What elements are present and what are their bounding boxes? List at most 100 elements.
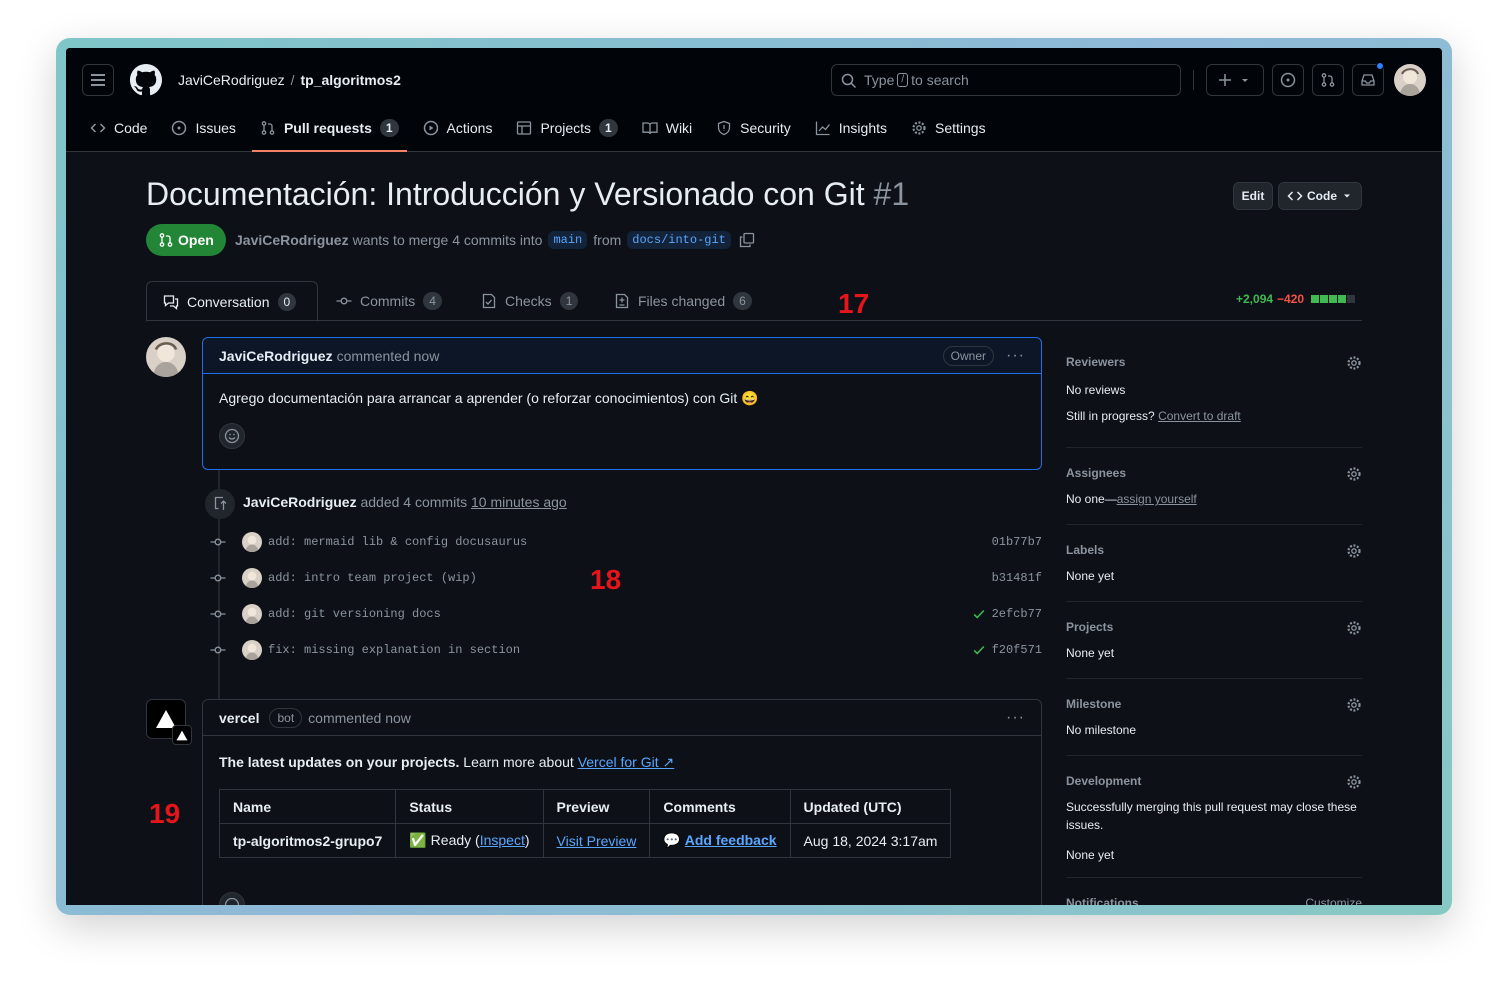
checks-count: 1 — [559, 292, 579, 310]
comment-time: commented now — [336, 347, 440, 364]
timeline-badge — [205, 489, 235, 519]
pr-author-link[interactable]: JaviCeRodriguez — [235, 232, 349, 248]
commit-author-avatar[interactable] — [242, 568, 262, 588]
inspect-link[interactable]: Inspect — [480, 832, 525, 848]
pull-requests-count: 1 — [379, 119, 399, 137]
tab-code[interactable]: Code — [82, 112, 155, 144]
add-reaction-button[interactable] — [219, 892, 245, 905]
kebab-menu-icon[interactable]: ··· — [1006, 709, 1025, 727]
tab-actions[interactable]: Actions — [415, 112, 501, 144]
tab-actions-label: Actions — [446, 120, 493, 136]
issues-button[interactable] — [1272, 64, 1304, 96]
tab-conversation[interactable]: Conversation 0 — [146, 281, 318, 322]
code-button[interactable]: Code — [1278, 182, 1362, 210]
commit-message[interactable]: fix: missing explanation in section — [268, 643, 520, 657]
owner-badge: Owner — [942, 345, 995, 366]
commits-event-time[interactable]: 10 minutes ago — [471, 494, 567, 510]
pull-requests-button[interactable] — [1312, 64, 1344, 96]
commit-sha[interactable]: 2efcb77 — [992, 607, 1042, 621]
owner-link[interactable]: JaviCeRodriguez — [178, 72, 285, 88]
tab-wiki-label: Wiki — [665, 120, 693, 136]
graph-icon — [815, 121, 830, 136]
gear-icon[interactable] — [1346, 543, 1362, 559]
tab-code-label: Code — [114, 120, 148, 136]
tab-files-changed[interactable]: Files changed 6 — [614, 281, 752, 321]
labels-title: Labels — [1066, 543, 1105, 557]
labels-value: None yet — [1066, 569, 1115, 583]
commit-sha[interactable]: b31481f — [992, 571, 1042, 585]
code-icon — [1287, 191, 1303, 201]
tab-issues[interactable]: Issues — [163, 112, 243, 144]
pr-tabs: Conversation 0 Commits 4 Checks 1 Files … — [146, 281, 1362, 322]
search-placeholder-end: to search — [911, 72, 969, 88]
comment-body: Agrego documentación para arrancar a apr… — [203, 374, 1041, 465]
convert-to-draft-link[interactable]: Convert to draft — [1158, 409, 1241, 423]
commit-sha[interactable]: f20f571 — [992, 643, 1042, 657]
commits-event-author[interactable]: JaviCeRodriguez — [243, 494, 357, 510]
tab-wiki[interactable]: Wiki — [634, 112, 700, 144]
tab-security-label: Security — [740, 120, 791, 136]
create-new-button[interactable] — [1206, 64, 1264, 96]
menu-button[interactable] — [82, 64, 114, 96]
copy-icon[interactable] — [739, 232, 755, 248]
plus-icon — [1219, 74, 1231, 86]
tab-commits[interactable]: Commits 4 — [336, 281, 442, 321]
github-logo-icon[interactable] — [130, 64, 162, 96]
comment-author[interactable]: JaviCeRodriguez — [219, 348, 333, 364]
commit-author-avatar[interactable] — [242, 640, 262, 660]
comment-header: vercel bot commented now ··· — [203, 700, 1041, 736]
tab-settings[interactable]: Settings — [903, 112, 994, 144]
issue-icon — [172, 120, 187, 136]
projects-title: Projects — [1066, 620, 1114, 634]
commit-sha-group: b31481f — [992, 571, 1042, 585]
add-reaction-button[interactable] — [219, 423, 245, 449]
gear-icon[interactable] — [1346, 697, 1362, 713]
comment-text: Agrego documentación para arrancar a apr… — [219, 390, 759, 406]
user-avatar[interactable] — [1394, 64, 1426, 96]
kebab-menu-icon[interactable]: ··· — [1006, 347, 1025, 365]
add-feedback-link[interactable]: Add feedback — [685, 832, 777, 848]
annotation-19: 19 — [149, 798, 181, 829]
deletions-count: −420 — [1277, 292, 1305, 306]
visit-preview-link[interactable]: Visit Preview — [557, 833, 637, 849]
edit-button[interactable]: Edit — [1233, 182, 1273, 210]
commit-message[interactable]: add: intro team project (wip) — [268, 571, 477, 585]
repo-link[interactable]: tp_algoritmos2 — [301, 72, 401, 88]
commit-message[interactable]: add: mermaid lib & config docusaurus — [268, 535, 527, 549]
gear-icon[interactable] — [1346, 355, 1362, 371]
gear-icon[interactable] — [1346, 466, 1362, 482]
commit-author-avatar[interactable] — [242, 604, 262, 624]
check-icon[interactable] — [972, 643, 986, 657]
check-mark-icon: ✅ — [409, 832, 427, 848]
triangle-down-icon — [1242, 79, 1248, 82]
col-updated: Updated (UTC) — [789, 789, 952, 824]
code-icon — [90, 123, 106, 133]
avatar[interactable] — [146, 337, 186, 377]
tab-projects[interactable]: Projects 1 — [508, 112, 625, 144]
smiley-icon — [224, 897, 240, 905]
tab-pull-requests[interactable]: Pull requests 1 — [251, 112, 407, 152]
head-branch[interactable]: docs/into-git — [627, 231, 731, 249]
gear-icon[interactable] — [1346, 774, 1362, 790]
development-title: Development — [1066, 774, 1142, 788]
vercel-for-git-link[interactable]: Vercel for Git ↗ — [578, 754, 675, 770]
tab-security[interactable]: Security — [708, 112, 799, 144]
base-branch[interactable]: main — [548, 231, 588, 249]
git-commit-icon — [336, 297, 352, 305]
sidebar-reviewers: Reviewers No reviews Still in progress? … — [1066, 355, 1362, 448]
check-icon[interactable] — [972, 607, 986, 621]
assign-yourself-link[interactable]: assign yourself — [1117, 492, 1197, 506]
search-input[interactable]: Type / to search — [831, 64, 1181, 96]
commit-sha[interactable]: 01b77b7 — [992, 535, 1042, 549]
projects-value: None yet — [1066, 646, 1115, 660]
tab-checks[interactable]: Checks 1 — [481, 281, 579, 321]
gear-icon[interactable] — [1346, 620, 1362, 636]
comment-author[interactable]: vercel — [219, 710, 259, 726]
breadcrumb-separator: / — [290, 72, 295, 88]
commit-message[interactable]: add: git versioning docs — [268, 607, 441, 621]
tab-insights[interactable]: Insights — [807, 112, 895, 144]
pr-merge-text: wants to merge 4 commits into — [352, 232, 543, 248]
pr-number: #1 — [873, 176, 910, 212]
customize-link[interactable]: Customize — [1305, 896, 1362, 905]
commit-author-avatar[interactable] — [242, 532, 262, 552]
